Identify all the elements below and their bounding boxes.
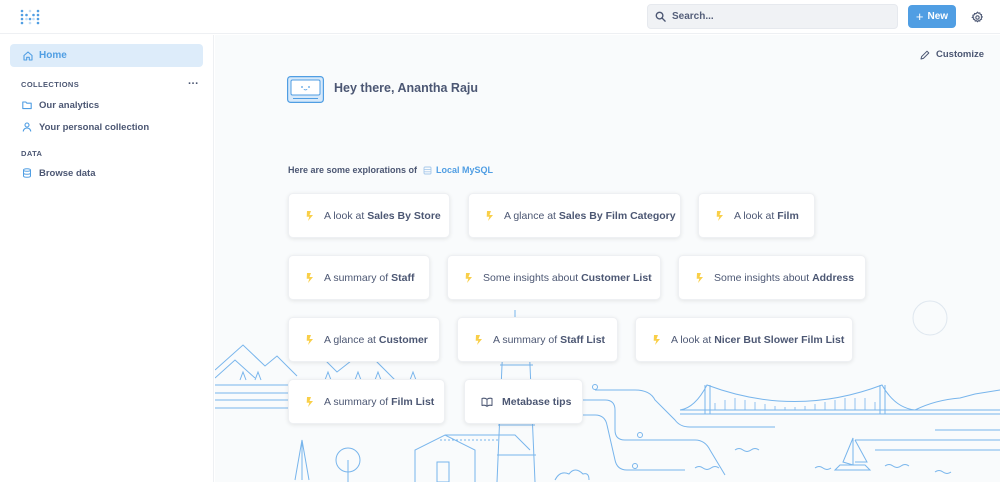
xray-card[interactable]: A summary of Staff <box>288 255 430 300</box>
top-navigation-bar: + New <box>0 0 1000 34</box>
sidebar-item-browse-data[interactable]: Browse data <box>22 164 96 182</box>
metabase-logo-icon[interactable] <box>20 9 40 25</box>
lightning-bolt-icon <box>486 210 493 221</box>
new-button[interactable]: + New <box>908 5 956 28</box>
lightning-bolt-icon <box>306 396 313 407</box>
search-bar[interactable] <box>647 4 898 29</box>
xray-card[interactable]: Some insights about Customer List <box>447 255 661 300</box>
metabase-tips-card[interactable]: Metabase tips <box>464 379 583 424</box>
explorations-prefix: Here are some explorations of <box>288 165 418 175</box>
lightning-bolt-icon <box>696 272 703 283</box>
xray-card[interactable]: A glance at Sales By Film Category <box>468 193 681 238</box>
xray-card-label: A summary of Staff <box>324 271 415 284</box>
search-icon <box>655 11 666 22</box>
person-icon <box>22 122 32 132</box>
data-section-title: DATA <box>21 149 43 158</box>
xray-card[interactable]: A glance at Customer <box>288 317 440 362</box>
computer-screen-icon <box>287 76 324 103</box>
xray-card[interactable]: A look at Sales By Store <box>288 193 450 238</box>
sidebar-item-label: Our analytics <box>39 99 100 111</box>
sidebar-item-label: Home <box>39 50 67 61</box>
xray-card-label: A look at Nicer But Slower Film List <box>671 333 845 346</box>
lightning-bolt-icon <box>306 334 313 345</box>
xray-card-label: A glance at Sales By Film Category <box>504 209 676 222</box>
home-page-main: Customize Hey there, Anantha Raju Here a… <box>215 35 1000 482</box>
lightning-bolt-icon <box>306 210 313 221</box>
pencil-icon <box>920 50 930 59</box>
database-icon <box>423 166 432 174</box>
sidebar-item-personal-collection[interactable]: Your personal collection <box>22 118 149 136</box>
lightning-bolt-icon <box>653 334 660 345</box>
xray-card-label: A glance at Customer <box>324 333 428 346</box>
lightning-bolt-icon <box>306 272 313 283</box>
home-icon <box>23 50 33 61</box>
explorations-heading: Here are some explorations of Local MySQ… <box>288 165 493 175</box>
database-link[interactable]: Local MySQL <box>423 165 493 175</box>
lightning-bolt-icon <box>716 210 723 221</box>
folder-icon <box>22 101 32 110</box>
gear-icon[interactable] <box>971 11 984 24</box>
sidebar-item-label: Browse data <box>39 167 96 179</box>
new-button-label: New <box>927 11 949 22</box>
xray-card-label: Some insights about Address <box>714 271 855 284</box>
xray-card-label: A summary of Film List <box>324 395 435 408</box>
xray-card-label: A look at Sales By Store <box>324 209 441 222</box>
xray-card[interactable]: A look at Nicer But Slower Film List <box>635 317 853 362</box>
greeting-title: Hey there, Anantha Raju <box>334 81 479 95</box>
sidebar-item-our-analytics[interactable]: Our analytics <box>22 96 99 114</box>
search-input[interactable] <box>672 11 872 22</box>
xray-card-label: A look at Film <box>734 209 799 222</box>
xray-card[interactable]: A summary of Film List <box>288 379 445 424</box>
book-icon <box>481 397 493 407</box>
lightning-bolt-icon <box>465 272 472 283</box>
metabase-tips-label: Metabase tips <box>502 395 572 408</box>
xray-card[interactable]: Some insights about Address <box>678 255 866 300</box>
lightning-bolt-icon <box>475 334 482 345</box>
collections-section-title: COLLECTIONS <box>21 80 80 89</box>
xray-card-label: Some insights about Customer List <box>483 271 652 284</box>
plus-icon: + <box>915 9 924 24</box>
xray-card[interactable]: A look at Film <box>698 193 815 238</box>
collections-menu-icon[interactable]: ... <box>188 75 199 87</box>
database-icon <box>23 168 31 178</box>
customize-label: Customize <box>936 49 985 60</box>
sidebar: Home COLLECTIONS ... Our analytics Your … <box>0 35 214 482</box>
sidebar-item-home[interactable]: Home <box>10 44 203 67</box>
xray-card[interactable]: A summary of Staff List <box>457 317 618 362</box>
sidebar-item-label: Your personal collection <box>39 121 150 133</box>
xray-card-label: A summary of Staff List <box>493 333 606 346</box>
database-name: Local MySQL <box>436 165 494 175</box>
customize-button[interactable]: Customize <box>920 49 984 60</box>
